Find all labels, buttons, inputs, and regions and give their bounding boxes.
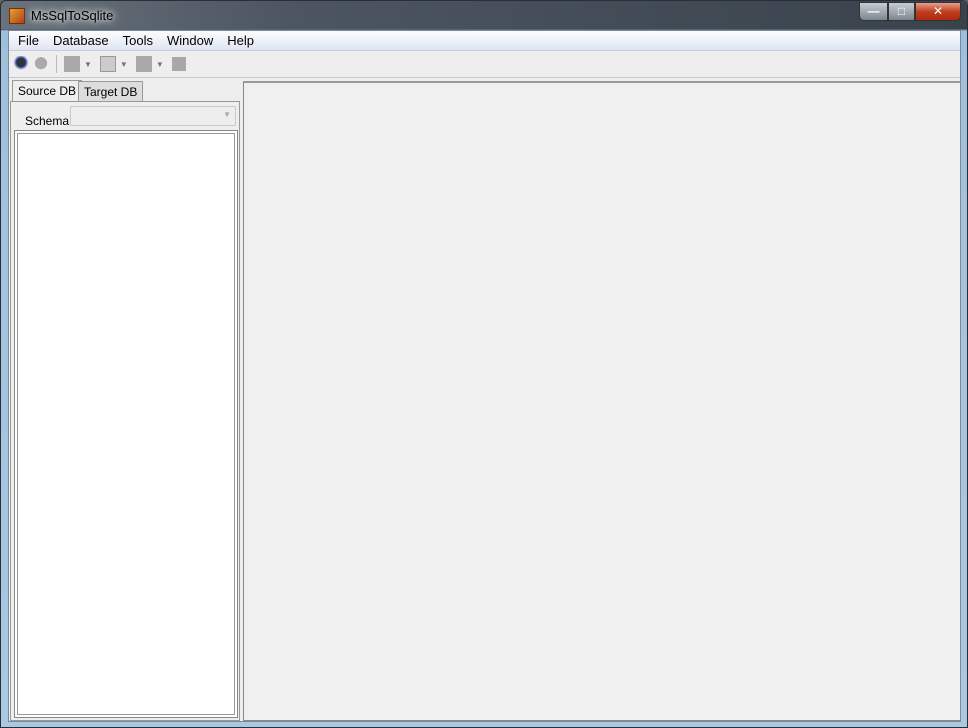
chevron-down-icon: ▼ (223, 110, 231, 119)
menu-tools[interactable]: Tools (116, 33, 160, 48)
minimize-button[interactable]: — (859, 2, 888, 21)
object-tree[interactable] (14, 130, 238, 718)
connect-icon[interactable] (13, 56, 29, 72)
export-icon[interactable] (135, 56, 152, 72)
menu-file[interactable]: File (11, 33, 46, 48)
database-panel: Source DB Target DB Schema ▼ (10, 80, 240, 721)
query-icon[interactable] (99, 56, 116, 72)
chevron-down-icon[interactable]: ▼ (156, 60, 164, 69)
table-icon[interactable] (64, 56, 80, 72)
menu-database[interactable]: Database (46, 33, 116, 48)
stop-icon[interactable] (171, 57, 186, 71)
tab-target-db[interactable]: Target DB (78, 81, 144, 102)
app-window: MsSqlToSqlite — □ ✕ File Database Tools … (0, 0, 968, 728)
menu-bar: File Database Tools Window Help (9, 31, 960, 51)
source-db-panel: Schema ▼ (10, 101, 240, 721)
chevron-down-icon[interactable]: ▼ (84, 60, 92, 69)
app-icon (9, 8, 25, 24)
menu-help[interactable]: Help (220, 33, 261, 48)
menu-window[interactable]: Window (160, 33, 220, 48)
schema-select[interactable]: ▼ (70, 106, 236, 126)
schema-label: Schema (25, 114, 70, 128)
client-area: File Database Tools Window Help ▼ ▼ ▼ So… (8, 30, 961, 722)
tab-source-db[interactable]: Source DB (12, 80, 83, 102)
window-title: MsSqlToSqlite (31, 8, 114, 23)
close-button[interactable]: ✕ (915, 2, 961, 21)
chevron-down-icon[interactable]: ▼ (120, 60, 128, 69)
maximize-button[interactable]: □ (888, 2, 915, 21)
title-bar[interactable]: MsSqlToSqlite — □ ✕ (1, 1, 967, 29)
toolbar-separator (56, 55, 57, 73)
disconnect-icon[interactable] (33, 56, 49, 72)
main-workspace (243, 81, 961, 721)
toolbar: ▼ ▼ ▼ (9, 51, 960, 78)
